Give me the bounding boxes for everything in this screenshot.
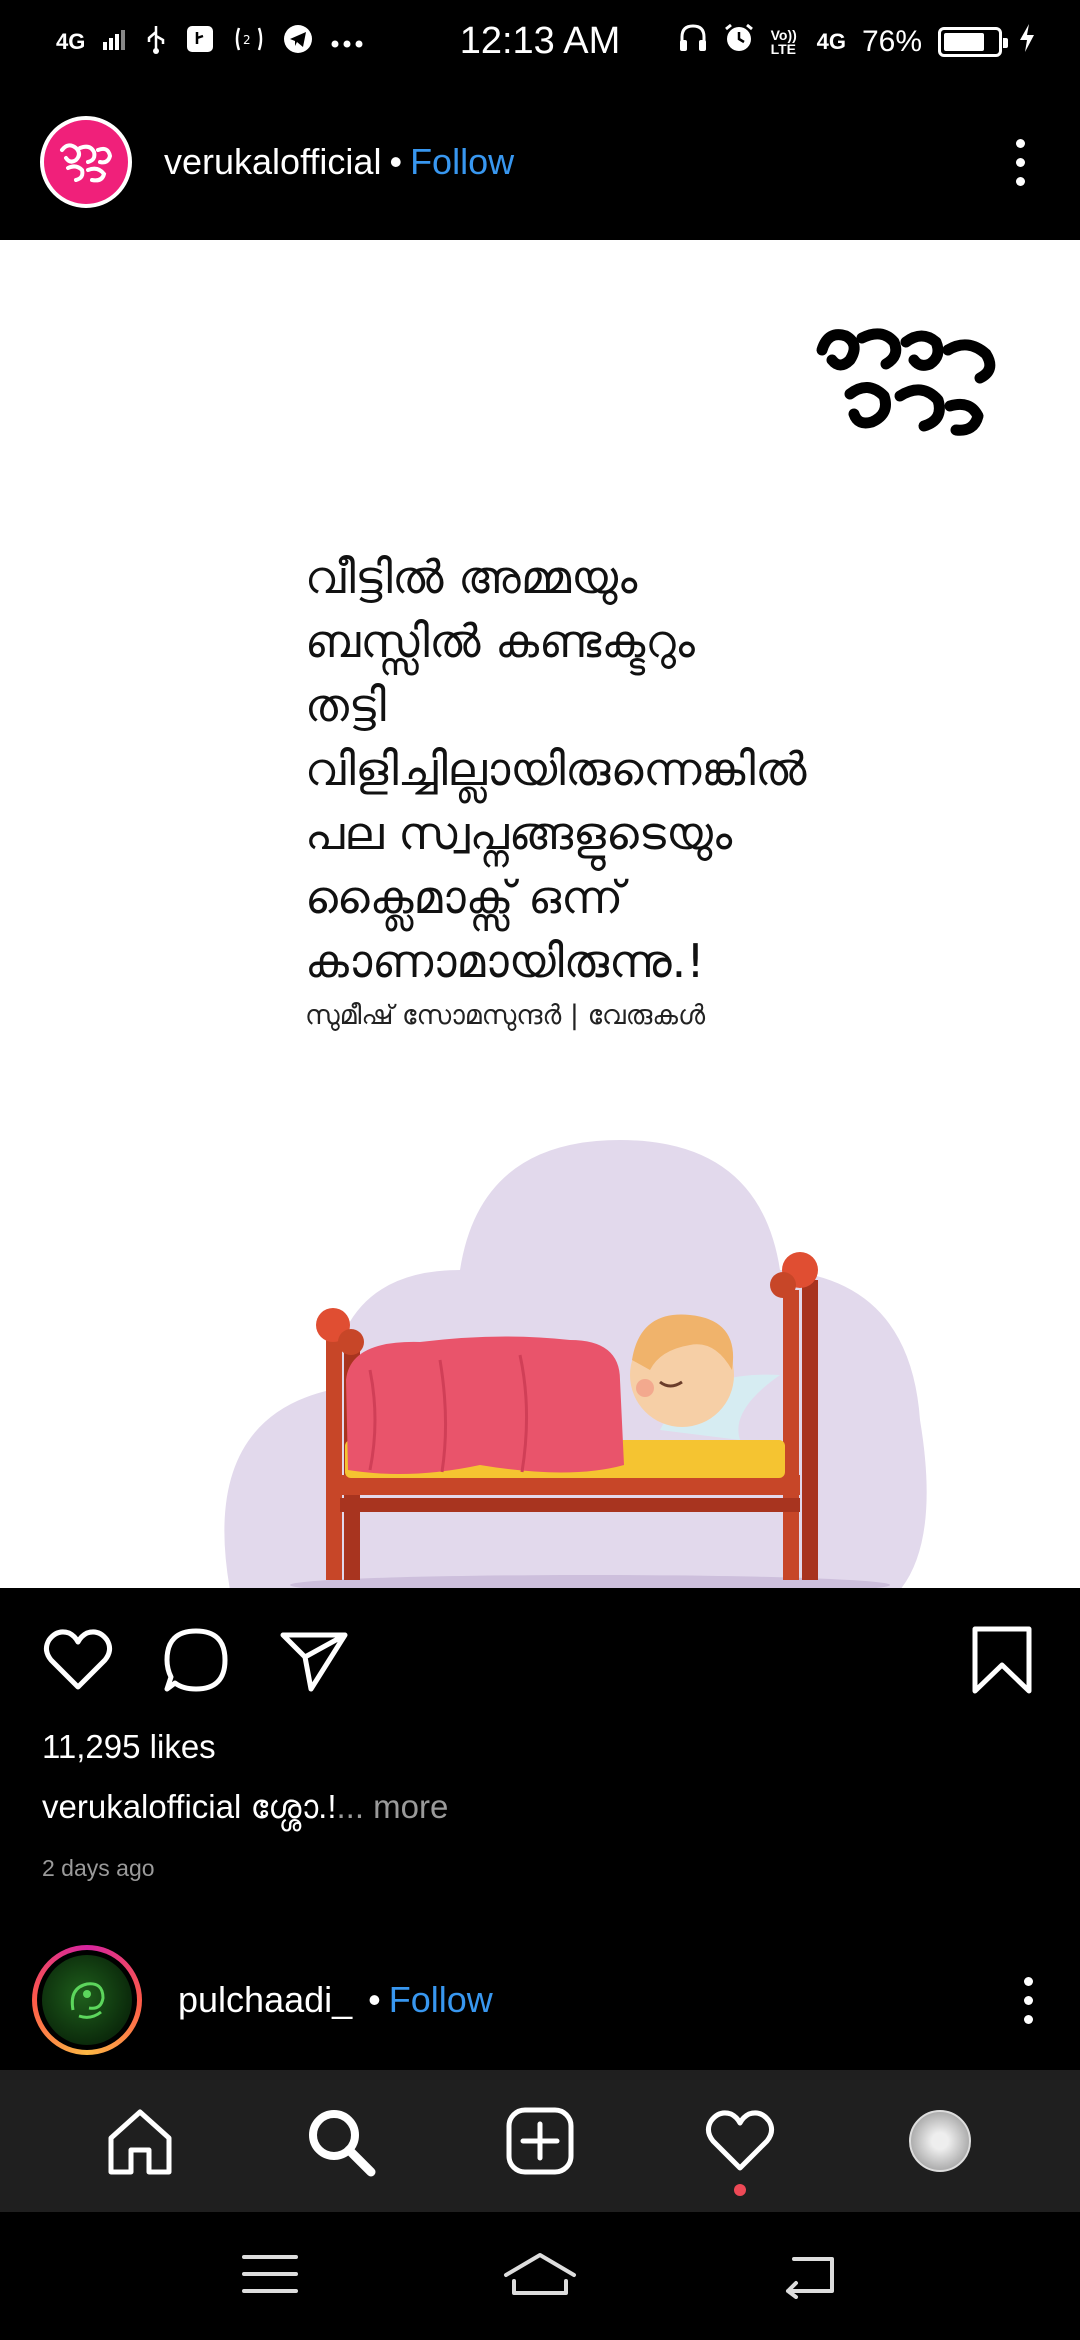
- network-indicator-right: 4G: [816, 29, 846, 54]
- system-back-button[interactable]: [780, 2249, 840, 2304]
- usb-icon: [145, 24, 167, 61]
- status-bar: 4G 2 12:13 AM Vo)) LTE 4G 76%: [0, 0, 1080, 84]
- quote-line: വീട്ടിൽ അമ്മയും: [305, 550, 638, 604]
- next-post-avatar[interactable]: [32, 1945, 142, 2055]
- pulchaadi-logo-icon: [42, 1955, 132, 2045]
- nav-activity[interactable]: [695, 2096, 785, 2196]
- quote-text: വീട്ടിൽ അമ്മയും ബസ്സിൽ കണ്ടക്ടറും തട്ടി …: [305, 545, 807, 993]
- charging-icon: [1018, 23, 1036, 61]
- quote-line: ക്ലൈമാക്സ് ഒന്ന്: [305, 870, 624, 924]
- quote-line: കാണാമായിരുന്നു.!: [305, 934, 705, 988]
- heart-icon: [43, 1629, 113, 1690]
- share-icon: [280, 1632, 348, 1692]
- more-options-icon[interactable]: [1000, 132, 1040, 192]
- svg-text:2: 2: [243, 33, 251, 47]
- home-icon: [108, 2109, 172, 2175]
- quote-line: തട്ടി: [305, 678, 386, 732]
- comment-icon: [164, 1628, 228, 1692]
- like-button[interactable]: [38, 1620, 118, 1700]
- comment-button[interactable]: [156, 1620, 236, 1700]
- network-indicator: 4G: [56, 29, 86, 54]
- add-post-icon: [506, 2107, 574, 2175]
- battery-icon: [938, 27, 1008, 57]
- brand-logo-icon: [60, 143, 113, 183]
- signal-bars-icon: [103, 28, 127, 57]
- notification-dot: [734, 2184, 746, 2196]
- more-notifications-icon: [331, 28, 363, 56]
- post-header: verukalofficial • Follow: [0, 84, 1080, 240]
- nav-profile[interactable]: [895, 2096, 985, 2186]
- nav-create[interactable]: [495, 2096, 585, 2186]
- volte-indicator: Vo)) LTE: [770, 27, 797, 57]
- follow-button[interactable]: Follow: [410, 141, 514, 183]
- nav-search[interactable]: [295, 2096, 385, 2186]
- separator-dot: •: [389, 141, 403, 182]
- usb-settings-icon: [185, 24, 215, 61]
- battery-percent: 76%: [861, 25, 922, 58]
- search-icon: [309, 2110, 376, 2177]
- separator-dot: •: [368, 1979, 381, 2020]
- telegram-icon: [283, 24, 313, 61]
- battery-fill: [944, 33, 984, 51]
- quote-line: ബസ്സിൽ കണ്ടക്ടറും: [305, 614, 695, 668]
- bookmark-icon: [972, 1626, 1032, 1694]
- next-post-username[interactable]: pulchaadi_: [178, 1979, 352, 2021]
- home-outline-icon: [504, 2252, 576, 2295]
- next-follow-button[interactable]: Follow: [389, 1979, 493, 2021]
- headphones-icon: [679, 23, 707, 61]
- next-more-options-icon[interactable]: [1008, 1970, 1048, 2030]
- post-timestamp: 2 days ago: [42, 1855, 155, 1881]
- profile-avatar: [909, 2110, 971, 2172]
- caption-more-link[interactable]: ... more: [337, 1788, 449, 1825]
- caption-username[interactable]: verukalofficial: [42, 1788, 241, 1825]
- post-username[interactable]: verukalofficial: [164, 141, 381, 183]
- post-author-avatar[interactable]: [40, 116, 132, 208]
- caption-text: ശ്ശോ.!: [250, 1788, 337, 1825]
- post-caption: verukalofficial ശ്ശോ.!... more: [42, 1788, 448, 1827]
- alarm-icon: [723, 22, 755, 62]
- save-button[interactable]: [962, 1620, 1042, 1700]
- sleeping-child-illustration: [224, 1140, 927, 1588]
- quote-author: സുമീഷ് സോമസുന്ദർ | വേരുകൾ: [305, 1000, 706, 1031]
- hotspot-icon: 2: [233, 24, 265, 61]
- post-image[interactable]: വീട്ടിൽ അമ്മയും ബസ്സിൽ കണ്ടക്ടറും തട്ടി …: [0, 240, 1080, 1588]
- system-home-button[interactable]: [500, 2249, 580, 2304]
- share-button[interactable]: [274, 1620, 354, 1700]
- quote-line: പല സ്വപ്നങ്ങളുടെയും: [305, 806, 733, 860]
- status-right-icons: Vo)) LTE 4G 76%: [679, 22, 1036, 62]
- nav-home[interactable]: [95, 2096, 185, 2186]
- menu-icon: [242, 2254, 298, 2293]
- verukal-logo-icon: [816, 328, 996, 436]
- quote-line: വിളിച്ചില്ലായിരുന്നെങ്കിൽ: [305, 742, 807, 796]
- bottom-navigation: [0, 2070, 1080, 2212]
- post-actions: [0, 1600, 1080, 1720]
- next-post-header: pulchaadi_ • Follow: [0, 1940, 1080, 2060]
- recent-apps-button[interactable]: [240, 2249, 300, 2304]
- status-left-icons: 4G 2: [56, 24, 363, 61]
- back-icon: [786, 2256, 834, 2299]
- activity-heart-icon: [705, 2110, 775, 2171]
- likes-count[interactable]: 11,295 likes: [42, 1728, 216, 1766]
- system-navigation: [0, 2212, 1080, 2340]
